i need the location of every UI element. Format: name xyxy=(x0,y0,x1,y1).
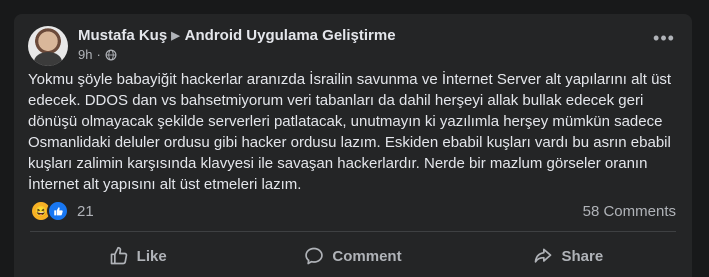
separator-dot: · xyxy=(96,47,101,62)
like-reaction-icon xyxy=(47,200,69,222)
share-button[interactable]: Share xyxy=(461,236,676,276)
share-label: Share xyxy=(561,247,604,265)
share-icon xyxy=(535,248,552,263)
post-actions: Like Comment Share xyxy=(30,236,676,276)
post-time[interactable]: 9h xyxy=(78,47,92,62)
more-icon: ••• xyxy=(653,27,675,48)
reaction-count: 21 xyxy=(77,202,94,220)
globe-icon xyxy=(105,49,117,60)
caret-right-icon: ▶ xyxy=(171,30,180,42)
comment-label: Comment xyxy=(332,247,402,265)
author-line: Mustafa Kuş ▶ Android Uygulama Geliştirm… xyxy=(78,27,396,44)
post-text: Yokmu şöyle babayiğit hackerlar aranızda… xyxy=(28,71,672,193)
like-button[interactable]: Like xyxy=(30,236,245,276)
comment-button[interactable]: Comment xyxy=(245,236,460,276)
comments-count-link[interactable]: 58 Comments xyxy=(583,203,676,220)
like-label: Like xyxy=(136,247,167,265)
post-stats: 😆 21 58 Comments xyxy=(30,200,676,222)
thumbs-up-icon xyxy=(110,246,127,265)
group-name[interactable]: Android Uygulama Geliştirme xyxy=(185,27,396,44)
post-card: Mustafa Kuş ▶ Android Uygulama Geliştirm… xyxy=(14,14,692,277)
comment-icon xyxy=(305,247,324,265)
author-name[interactable]: Mustafa Kuş xyxy=(78,27,167,44)
post-body: Yokmu şöyle babayiğit hackerlar aranızda… xyxy=(28,69,678,195)
post-header: Mustafa Kuş ▶ Android Uygulama Geliştirm… xyxy=(28,26,396,66)
more-options-button[interactable]: ••• xyxy=(650,28,678,48)
post-time-line: 9h · xyxy=(78,47,396,62)
reactions-summary[interactable]: 😆 21 xyxy=(30,200,94,222)
actions-divider xyxy=(30,231,676,232)
post-meta: Mustafa Kuş ▶ Android Uygulama Geliştirm… xyxy=(78,26,396,62)
author-avatar[interactable] xyxy=(28,26,68,66)
